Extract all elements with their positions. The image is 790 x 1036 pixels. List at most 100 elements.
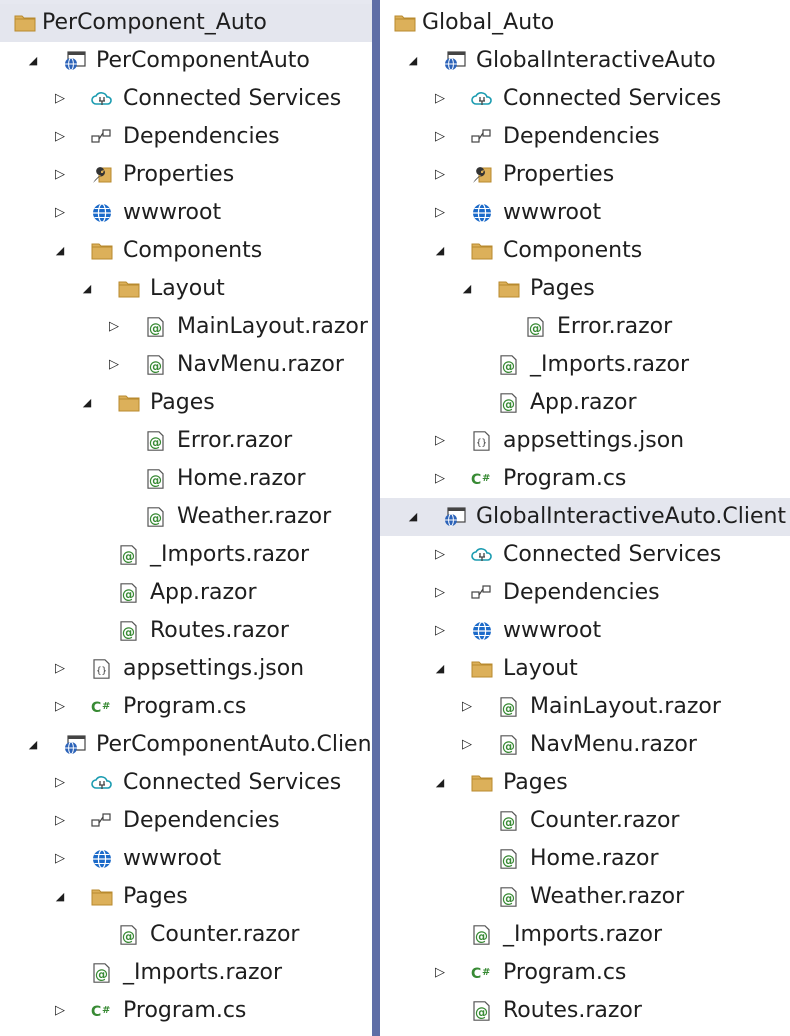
collapsed-chevron-icon[interactable]: ▷ bbox=[53, 840, 67, 878]
tree-node[interactable]: ◢ PerComponentAuto.Client bbox=[0, 726, 372, 764]
tree-node-label: Weather.razor bbox=[530, 884, 685, 909]
tree-node[interactable]: ▷ @ NavMenu.razor bbox=[0, 346, 372, 384]
expanded-chevron-icon[interactable]: ◢ bbox=[26, 42, 40, 80]
tree-node[interactable]: PerComponent_Auto bbox=[0, 4, 372, 42]
tree-node[interactable]: ▷ wwwroot bbox=[380, 612, 790, 650]
collapsed-chevron-icon[interactable]: ▷ bbox=[433, 194, 447, 232]
tree-node[interactable]: @ Error.razor bbox=[0, 422, 372, 460]
tree-node[interactable]: ◢ Pages bbox=[380, 270, 790, 308]
collapsed-chevron-icon[interactable]: ▷ bbox=[53, 650, 67, 688]
tree-node[interactable]: @ Counter.razor bbox=[0, 916, 372, 954]
razor-file-icon: @ bbox=[118, 583, 140, 603]
tree-node-label: Layout bbox=[150, 276, 225, 301]
expanded-chevron-icon[interactable]: ◢ bbox=[53, 232, 67, 270]
tree-node[interactable]: ▷ C # Program.cs bbox=[0, 992, 372, 1030]
expanded-chevron-icon[interactable]: ◢ bbox=[80, 384, 94, 422]
tree-node[interactable]: ▷ C # Program.cs bbox=[380, 460, 790, 498]
tree-node[interactable]: ▷ {} appsettings.json bbox=[380, 422, 790, 460]
tree-node[interactable]: ▷ @ MainLayout.razor bbox=[380, 688, 790, 726]
tree-node[interactable]: ◢ PerComponentAuto bbox=[0, 42, 372, 80]
collapsed-chevron-icon[interactable]: ▷ bbox=[107, 346, 121, 384]
tree-node[interactable]: ▷ Connected Services bbox=[0, 764, 372, 802]
tree-node[interactable]: ▷ Connected Services bbox=[0, 80, 372, 118]
tree-node[interactable]: ▷ @ MainLayout.razor bbox=[0, 308, 372, 346]
collapsed-chevron-icon[interactable]: ▷ bbox=[53, 802, 67, 840]
tree-node[interactable]: @ _Imports.razor bbox=[0, 536, 372, 574]
tree-node[interactable]: @ _Imports.razor bbox=[380, 346, 790, 384]
tree-node[interactable]: ▷ Dependencies bbox=[380, 574, 790, 612]
razor-file-icon: @ bbox=[471, 1001, 493, 1021]
tree-node[interactable]: ▷ Dependencies bbox=[0, 118, 372, 156]
expanded-chevron-icon[interactable]: ◢ bbox=[406, 42, 420, 80]
collapsed-chevron-icon[interactable]: ▷ bbox=[53, 80, 67, 118]
tree-node[interactable]: @ Home.razor bbox=[0, 460, 372, 498]
collapsed-chevron-icon[interactable]: ▷ bbox=[460, 688, 474, 726]
tree-node[interactable]: Global_Auto bbox=[380, 4, 790, 42]
tree-node[interactable]: ▷ Connected Services bbox=[380, 80, 790, 118]
tree-node[interactable]: @ _Imports.razor bbox=[0, 954, 372, 992]
tree-node[interactable]: ▷ Dependencies bbox=[380, 118, 790, 156]
tree-node[interactable]: ▷ {} appsettings.json bbox=[0, 650, 372, 688]
collapsed-chevron-icon[interactable]: ▷ bbox=[433, 156, 447, 194]
collapsed-chevron-icon[interactable]: ▷ bbox=[433, 574, 447, 612]
tree-node[interactable]: ▷ wwwroot bbox=[0, 840, 372, 878]
solution-explorer-left: PerComponent_Auto ◢ PerComponentAuto ▷ Con… bbox=[0, 0, 372, 1036]
expanded-chevron-icon[interactable]: ◢ bbox=[53, 878, 67, 916]
expanded-chevron-icon[interactable]: ◢ bbox=[26, 726, 40, 764]
collapsed-chevron-icon[interactable]: ▷ bbox=[433, 460, 447, 498]
collapsed-chevron-icon[interactable]: ▷ bbox=[460, 726, 474, 764]
svg-text:C: C bbox=[471, 966, 481, 982]
tree-node[interactable]: ◢ Pages bbox=[380, 764, 790, 802]
tree-node[interactable]: ▷ @ NavMenu.razor bbox=[380, 726, 790, 764]
tree-node[interactable]: ▷ wwwroot bbox=[380, 194, 790, 232]
tree-node[interactable]: @ Error.razor bbox=[380, 308, 790, 346]
expanded-chevron-icon[interactable]: ◢ bbox=[460, 270, 474, 308]
expanded-chevron-icon[interactable]: ◢ bbox=[406, 498, 420, 536]
tree-node[interactable]: ◢ Pages bbox=[0, 384, 372, 422]
expanded-chevron-icon[interactable]: ◢ bbox=[433, 650, 447, 688]
collapsed-chevron-icon[interactable]: ▷ bbox=[433, 422, 447, 460]
collapsed-chevron-icon[interactable]: ▷ bbox=[53, 992, 67, 1030]
tree-node[interactable]: ▷ Properties bbox=[0, 156, 372, 194]
tree-node[interactable]: @ App.razor bbox=[0, 574, 372, 612]
tree-node[interactable]: @ Counter.razor bbox=[380, 802, 790, 840]
collapsed-chevron-icon[interactable]: ▷ bbox=[433, 954, 447, 992]
tree-node[interactable]: @ Weather.razor bbox=[380, 878, 790, 916]
expanded-chevron-icon[interactable]: ◢ bbox=[433, 764, 447, 802]
collapsed-chevron-icon[interactable]: ▷ bbox=[433, 80, 447, 118]
collapsed-chevron-icon[interactable]: ▷ bbox=[53, 194, 67, 232]
tree-node[interactable]: ◢ Pages bbox=[0, 878, 372, 916]
tree-node[interactable]: ◢ GlobalInteractiveAuto.Client bbox=[380, 498, 790, 536]
tree-node[interactable]: @ App.razor bbox=[380, 384, 790, 422]
tree-node[interactable]: ▷ Properties bbox=[380, 156, 790, 194]
collapsed-chevron-icon[interactable]: ▷ bbox=[53, 156, 67, 194]
collapsed-chevron-icon[interactable]: ▷ bbox=[53, 118, 67, 156]
collapsed-chevron-icon[interactable]: ▷ bbox=[53, 688, 67, 726]
collapsed-chevron-icon[interactable]: ▷ bbox=[433, 536, 447, 574]
tree-node[interactable]: ◢ GlobalInteractiveAuto bbox=[380, 42, 790, 80]
collapsed-chevron-icon[interactable]: ▷ bbox=[107, 308, 121, 346]
tree-node[interactable]: ▷ Connected Services bbox=[380, 536, 790, 574]
tree-node[interactable]: @ Routes.razor bbox=[0, 612, 372, 650]
tree-node[interactable]: @ _Imports.razor bbox=[380, 916, 790, 954]
tree-node[interactable]: @ Routes.razor bbox=[380, 992, 790, 1030]
collapsed-chevron-icon[interactable]: ▷ bbox=[433, 612, 447, 650]
tree-node[interactable]: ▷ wwwroot bbox=[0, 194, 372, 232]
tree-node[interactable]: ◢ Components bbox=[0, 232, 372, 270]
pane-splitter[interactable] bbox=[372, 0, 380, 1036]
tree-node[interactable]: ▷ C # Program.cs bbox=[380, 954, 790, 992]
tree-node[interactable]: @ Home.razor bbox=[380, 840, 790, 878]
tree-node[interactable]: ◢ Layout bbox=[0, 270, 372, 308]
expanded-chevron-icon[interactable]: ◢ bbox=[433, 232, 447, 270]
tree-node[interactable]: ▷ Dependencies bbox=[0, 802, 372, 840]
tree-node[interactable]: ▷ C # Program.cs bbox=[0, 688, 372, 726]
collapsed-chevron-icon[interactable]: ▷ bbox=[433, 118, 447, 156]
tree-node[interactable]: ◢ Components bbox=[380, 232, 790, 270]
expanded-chevron-icon[interactable]: ◢ bbox=[80, 270, 94, 308]
collapsed-chevron-icon[interactable]: ▷ bbox=[53, 764, 67, 802]
web-project-icon bbox=[444, 507, 466, 527]
svg-text:@: @ bbox=[502, 398, 515, 413]
tree-node[interactable]: @ Weather.razor bbox=[0, 498, 372, 536]
svg-text:@: @ bbox=[149, 360, 162, 375]
tree-node[interactable]: ◢ Layout bbox=[380, 650, 790, 688]
